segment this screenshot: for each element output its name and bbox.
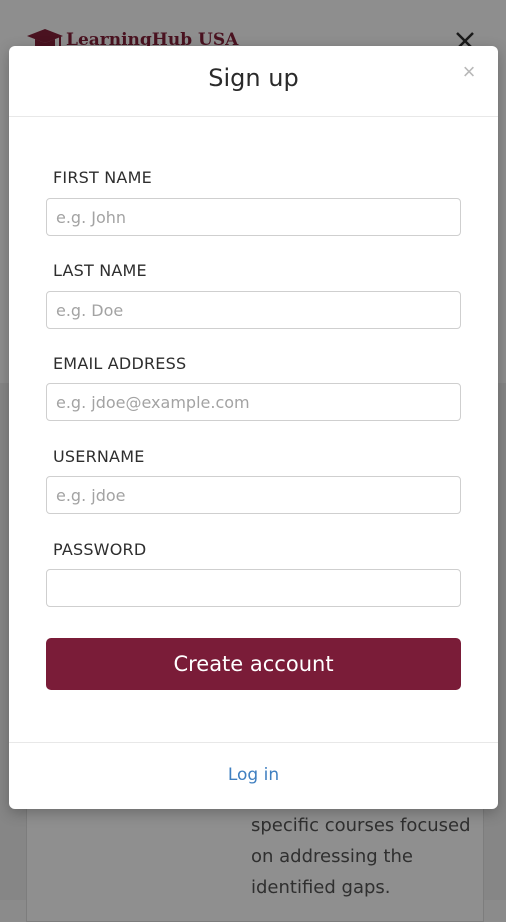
modal-footer: Log in <box>9 742 498 810</box>
modal-close-button[interactable]: × <box>455 58 483 86</box>
modal-title: Sign up <box>208 64 299 92</box>
signup-modal: Sign up × FIRST NAME LAST NAME EMAIL ADD… <box>9 46 498 809</box>
password-label: PASSWORD <box>53 540 147 559</box>
background-body-text: specific courses focused on addressing t… <box>251 810 481 903</box>
body-text-line: on addressing the <box>251 846 413 867</box>
email-address-input[interactable] <box>46 383 461 421</box>
username-input[interactable] <box>46 476 461 514</box>
modal-header: Sign up × <box>9 46 498 117</box>
email-address-label: EMAIL ADDRESS <box>53 354 187 373</box>
password-input[interactable] <box>46 569 461 607</box>
first-name-label: FIRST NAME <box>53 168 152 187</box>
body-text-line: identified gaps. <box>251 877 391 898</box>
create-account-button[interactable]: Create account <box>46 638 461 690</box>
first-name-input[interactable] <box>46 198 461 236</box>
login-link[interactable]: Log in <box>9 765 498 785</box>
body-text-line: specific courses focused <box>251 815 471 836</box>
last-name-input[interactable] <box>46 291 461 329</box>
last-name-label: LAST NAME <box>53 261 147 280</box>
username-label: USERNAME <box>53 447 145 466</box>
